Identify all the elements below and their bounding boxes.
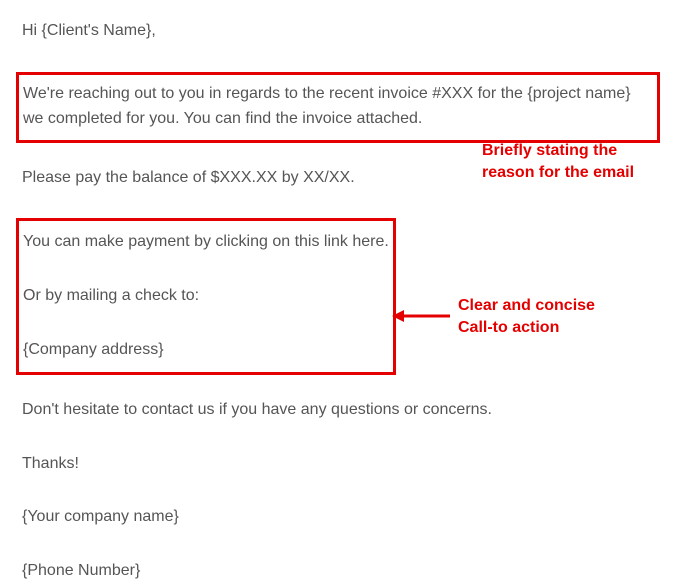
annotation-cta-line1: Clear and concise bbox=[458, 295, 595, 317]
company-name-line: {Your company name} bbox=[22, 504, 654, 530]
annotation-reason-line1: Briefly stating the bbox=[482, 140, 634, 162]
annotation-reason: Briefly stating the reason for the email bbox=[482, 140, 634, 183]
intro-box: We're reaching out to you in regards to … bbox=[16, 72, 660, 143]
arrow-icon bbox=[392, 308, 450, 324]
intro-text: We're reaching out to you in regards to … bbox=[23, 81, 653, 132]
payment-link-line: You can make payment by clicking on this… bbox=[23, 229, 389, 255]
phone-line: {Phone Number} bbox=[22, 558, 654, 584]
contact-us-line: Don't hesitate to contact us if you have… bbox=[22, 397, 654, 423]
annotation-cta-line2: Call-to action bbox=[458, 317, 595, 339]
annotation-reason-line2: reason for the email bbox=[482, 162, 634, 184]
thanks-line: Thanks! bbox=[22, 451, 654, 477]
mail-check-line: Or by mailing a check to: bbox=[23, 283, 389, 309]
company-address-line: {Company address} bbox=[23, 337, 389, 363]
payment-box: You can make payment by clicking on this… bbox=[16, 218, 396, 375]
greeting-line: Hi {Client's Name}, bbox=[22, 18, 654, 44]
annotation-cta: Clear and concise Call-to action bbox=[458, 295, 595, 338]
